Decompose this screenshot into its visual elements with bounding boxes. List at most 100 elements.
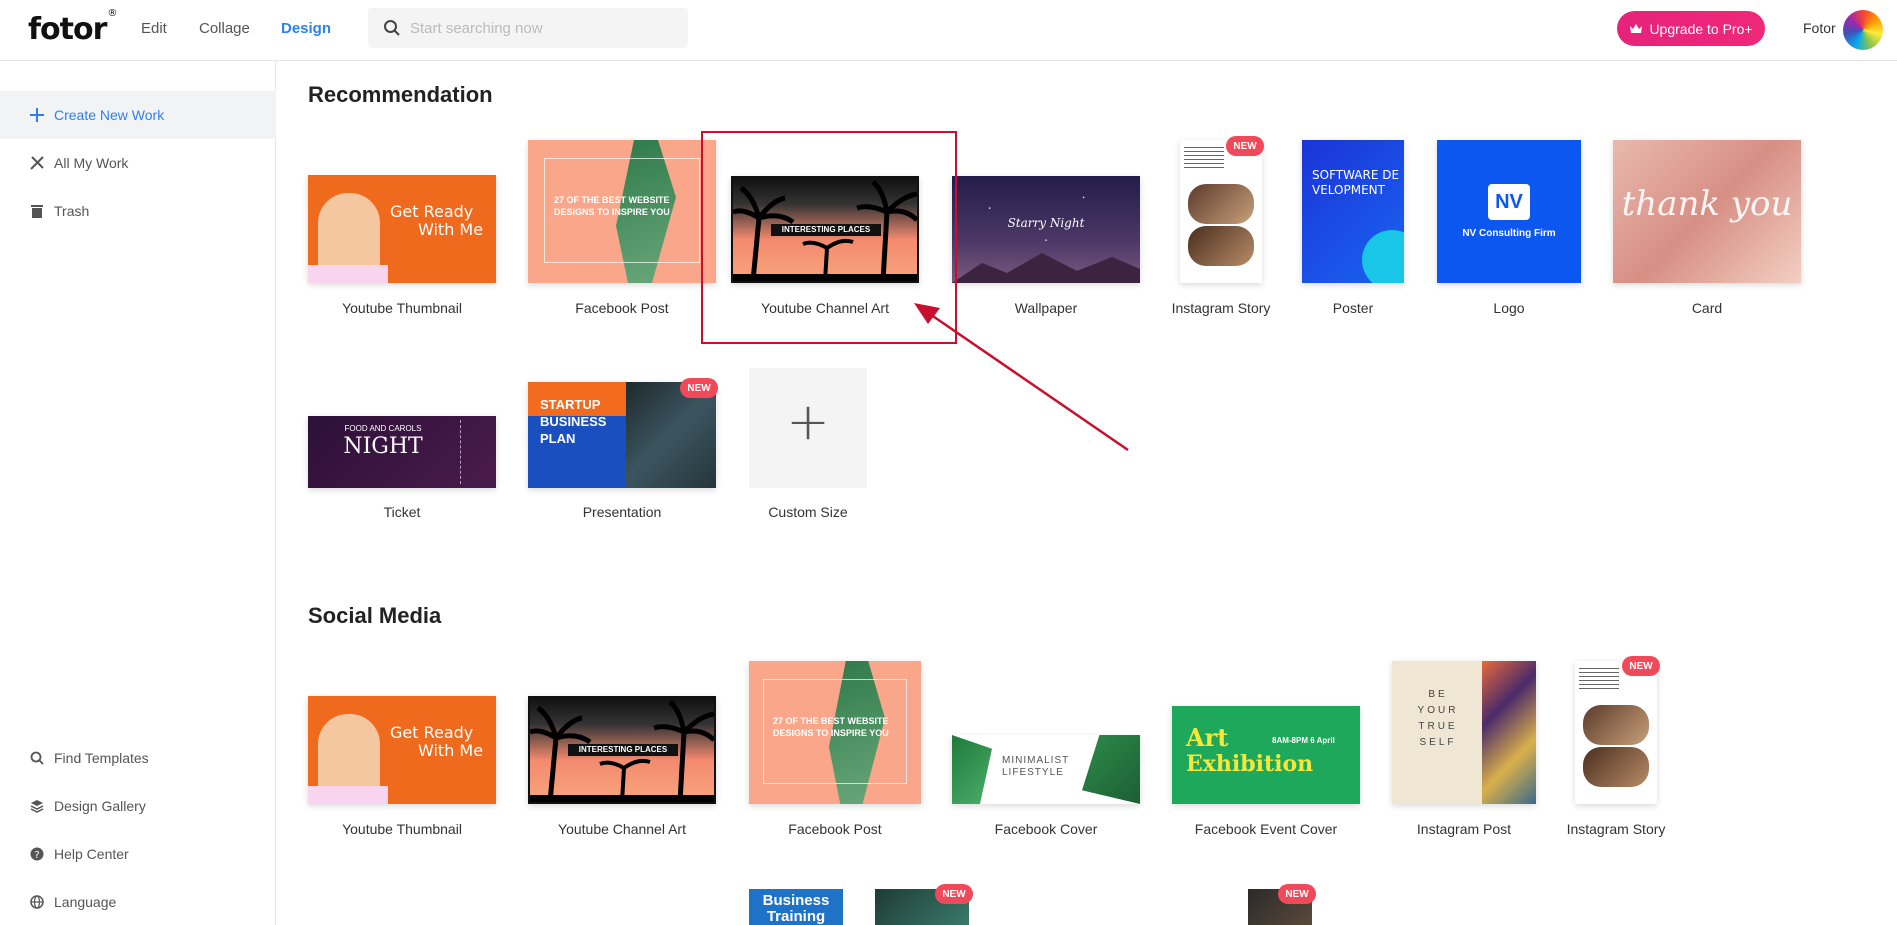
thumb-text: 27 OF THE BEST WEBSITE	[554, 195, 670, 205]
sidebar-item-label: Create New Work	[54, 107, 165, 123]
template-label[interactable]: Presentation	[528, 504, 716, 520]
fotor-logo[interactable]: fotor®	[28, 8, 117, 47]
template-label[interactable]: Facebook Post	[528, 300, 716, 316]
globe-icon	[28, 895, 46, 909]
section-title-social-media: Social Media	[308, 603, 442, 628]
template-thumbnail[interactable]: Get Ready With Me	[308, 175, 496, 283]
sidebar-item-label: Find Templates	[54, 750, 149, 766]
template-label[interactable]: Facebook Cover	[952, 821, 1140, 837]
sidebar-item-label: Design Gallery	[54, 798, 146, 814]
upgrade-label: Upgrade to Pro+	[1649, 20, 1753, 37]
template-thumbnail[interactable]: thank you	[1613, 140, 1801, 283]
help-icon: ?	[28, 847, 46, 861]
template-thumbnail[interactable]	[1575, 661, 1657, 804]
thumb-text: Art	[1186, 723, 1229, 752]
template-thumbnail[interactable]: NV NV Consulting Firm	[1437, 140, 1581, 283]
thumb-text: DESIGNS TO INSPIRE YOU	[554, 207, 670, 217]
template-thumbnail[interactable]	[1180, 140, 1262, 283]
sidebar-item-trash[interactable]: Trash	[0, 187, 276, 235]
template-label[interactable]: Youtube Thumbnail	[308, 300, 496, 316]
new-badge: NEW	[1226, 136, 1264, 156]
template-label[interactable]: Custom Size	[749, 504, 867, 520]
template-label[interactable]: Poster	[1302, 300, 1404, 316]
sidebar-item-all-my-work[interactable]: All My Work	[0, 139, 276, 187]
thumb-text: 8AM-8PM 6 April	[1272, 736, 1335, 745]
sidebar-item-label: Language	[54, 894, 117, 910]
search-icon	[28, 751, 46, 765]
person-photo	[1583, 747, 1649, 787]
trash-icon	[28, 203, 46, 219]
sidebar-item-help-center[interactable]: ? Help Center	[0, 830, 276, 878]
nav-edit[interactable]: Edit	[141, 20, 167, 37]
avatar[interactable]	[1843, 10, 1883, 50]
thumb-text: With Me	[418, 741, 484, 760]
template-thumbnail[interactable]: MINIMALIST LIFESTYLE	[952, 735, 1140, 804]
thumb-text: SELF	[1419, 737, 1457, 748]
thumb-text: PLAN	[540, 431, 576, 446]
svg-text:?: ?	[34, 850, 39, 861]
template-label[interactable]: Youtube Channel Art	[528, 821, 716, 837]
thumb-text: NV	[1488, 184, 1530, 220]
template-label[interactable]: Logo	[1437, 300, 1581, 316]
person-photo	[1188, 184, 1254, 224]
crown-icon	[1630, 23, 1643, 33]
person-photo	[1188, 226, 1254, 266]
sidebar-item-design-gallery[interactable]: Design Gallery	[0, 782, 276, 830]
new-badge: NEW	[1278, 884, 1316, 904]
person-photo	[318, 193, 380, 273]
upgrade-button[interactable]: Upgrade to Pro+	[1617, 11, 1765, 46]
template-label[interactable]: Ticket	[308, 504, 496, 520]
sidebar-item-create-new-work[interactable]: Create New Work	[0, 91, 276, 139]
template-thumbnail[interactable]: Get Ready With Me	[308, 696, 496, 804]
template-thumbnail[interactable]: 27 OF THE BEST WEBSITE DESIGNS TO INSPIR…	[528, 140, 716, 283]
thumb-text: STARTUP	[540, 397, 601, 412]
template-thumbnail[interactable]: SOFTWARE DE VELOPMENT	[1302, 140, 1404, 283]
template-label[interactable]: Facebook Event Cover	[1172, 821, 1360, 837]
username[interactable]: Fotor	[1803, 20, 1836, 36]
nav-design[interactable]: Design	[281, 20, 331, 37]
search-box[interactable]	[368, 8, 688, 48]
thumb-text: BUSINESS	[540, 414, 607, 429]
thumb-text: YOUR	[1417, 705, 1459, 716]
sidebar: Create New Work All My Work Trash Find T…	[0, 61, 276, 925]
custom-size-tile[interactable]: +	[749, 368, 867, 488]
thumb-text: DESIGNS TO INSPIRE YOU	[773, 728, 889, 738]
template-thumbnail[interactable]: FOOD AND CAROLS NIGHT	[308, 416, 496, 488]
thumb-text: INTERESTING PLACES	[568, 744, 678, 756]
thumb-text: Training	[766, 908, 826, 925]
template-thumbnail[interactable]: Art Exhibition 8AM-8PM 6 April	[1172, 706, 1360, 804]
sidebar-item-find-templates[interactable]: Find Templates	[0, 734, 276, 782]
template-label[interactable]: Facebook Post	[749, 821, 921, 837]
sidebar-item-language[interactable]: Language	[0, 878, 276, 925]
thumb-text: LIFESTYLE	[1002, 767, 1064, 778]
new-badge: NEW	[680, 378, 718, 398]
thumb-text: Get Ready	[390, 723, 474, 742]
template-label[interactable]: Instagram Story	[1151, 300, 1291, 316]
thumb-text: MINIMALIST	[1002, 755, 1070, 766]
person-photo	[1583, 705, 1649, 745]
app-root: fotor® Edit Collage Design Upgrade to Pr…	[0, 0, 1897, 925]
template-label[interactable]: Youtube Thumbnail	[308, 821, 496, 837]
thumb-text: BE	[1428, 689, 1448, 700]
thumb-text: Business	[762, 892, 830, 909]
plus-icon: +	[786, 392, 830, 452]
template-thumbnail[interactable]: Starry Night	[952, 176, 1140, 283]
thumb-text: With Me	[418, 220, 484, 239]
layers-icon	[28, 799, 46, 813]
template-thumbnail[interactable]: 27 OF THE BEST WEBSITE DESIGNS TO INSPIR…	[749, 661, 921, 804]
template-label[interactable]: Card	[1613, 300, 1801, 316]
template-thumbnail[interactable]: Business Training	[749, 889, 843, 925]
nav-collage[interactable]: Collage	[199, 20, 250, 37]
thumb-text: TRUE	[1418, 721, 1458, 732]
thumb-text: Starry Night	[1007, 216, 1085, 230]
section-title-recommendation: Recommendation	[308, 82, 493, 107]
template-thumbnail[interactable]: BE YOUR TRUE SELF	[1392, 661, 1536, 804]
template-label[interactable]: Instagram Post	[1392, 821, 1536, 837]
template-thumbnail[interactable]: INTERESTING PLACES	[528, 696, 716, 804]
top-bar: fotor® Edit Collage Design Upgrade to Pr…	[0, 0, 1897, 61]
thumb-text: Exhibition	[1186, 751, 1314, 777]
sidebar-item-label: Help Center	[54, 846, 129, 862]
template-label[interactable]: Instagram Story	[1546, 821, 1686, 837]
search-input[interactable]	[410, 8, 680, 48]
thumb-text: Get Ready	[390, 202, 474, 221]
